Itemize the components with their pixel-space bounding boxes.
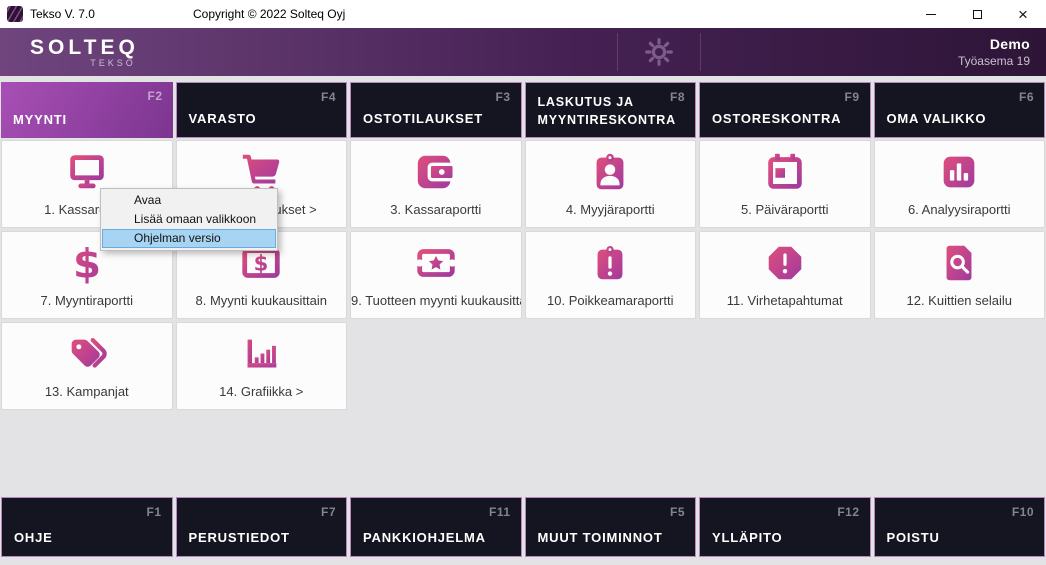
app-header: SOLTEQ TEKSO Demo Työasema 19 (0, 28, 1046, 76)
tile-grid: 1. Kassarutiinit 2. Myyntitilaukset > 3.… (1, 140, 1045, 410)
fkey-label: F4 (321, 90, 336, 104)
tile-label: 5. Päiväraportti (741, 202, 828, 217)
alert-badge-icon (587, 240, 633, 286)
tile-label: 7. Myyntiraportti (41, 293, 133, 308)
fkey-label: F10 (1012, 505, 1034, 519)
tab-label: OSTORESKONTRA (712, 111, 841, 126)
tile-label: 3. Kassaraportti (390, 202, 481, 217)
tile-label: 6. Analyysiraportti (908, 202, 1011, 217)
app-icon (7, 6, 23, 22)
gear-icon (643, 36, 675, 68)
settings-button[interactable] (617, 33, 701, 71)
tile-label: 14. Grafiikka > (219, 384, 303, 399)
minimize-button[interactable] (908, 0, 954, 28)
button-label: POISTU (887, 530, 940, 545)
button-label: PERUSTIEDOT (189, 530, 290, 545)
id-badge-icon (587, 149, 633, 195)
button-label: OHJE (14, 530, 53, 545)
tile-paivaraportti[interactable]: 5. Päiväraportti (699, 140, 871, 228)
session-info: Demo Työasema 19 (958, 36, 1046, 68)
fkey-label: F11 (489, 505, 511, 519)
fkey-label: F12 (837, 505, 859, 519)
graph-axis-icon (238, 331, 284, 377)
tab-label: MYYNTI (13, 112, 67, 127)
button-perustiedot[interactable]: F7 PERUSTIEDOT (176, 497, 348, 557)
tab-laskutus-ja-myyntireskontra[interactable]: F8 LASKUTUS JA MYYNTIRESKONTRA (525, 82, 697, 138)
svg-text:$: $ (254, 251, 269, 276)
bar-chart-square-icon (936, 149, 982, 195)
window-controls: × (908, 0, 1046, 28)
fkey-label: F2 (147, 89, 162, 103)
logo-primary-text: SOLTEQ (30, 36, 139, 60)
tags-icon (64, 331, 110, 377)
button-muut-toiminnot[interactable]: F5 MUUT TOIMINNOT (525, 497, 697, 557)
button-label: PANKKIOHJELMA (363, 530, 486, 545)
fkey-label: F5 (670, 505, 685, 519)
tab-ostotilaukset[interactable]: F3 OSTOTILAUKSET (350, 82, 522, 138)
tab-myynti[interactable]: F2 MYYNTI (1, 82, 173, 138)
alert-octagon-icon (762, 240, 808, 286)
bottom-buttons: F1 OHJE F7 PERUSTIEDOT F11 PANKKIOHJELMA… (1, 497, 1045, 557)
tile-label: 8. Myynti kuukausittain (195, 293, 327, 308)
tile-kuittien-selailu[interactable]: 12. Kuittien selailu (874, 231, 1046, 319)
app-window: Tekso V. 7.0 Copyright © 2022 Solteq Oyj… (0, 0, 1046, 565)
tab-label: OMA VALIKKO (887, 111, 987, 126)
context-menu: Avaa Lisää omaan valikkoon Ohjelman vers… (100, 188, 278, 251)
copyright-text: Copyright © 2022 Solteq Oyj (193, 0, 345, 28)
fkey-label: F1 (146, 505, 161, 519)
workstation-label: Työasema 19 (958, 54, 1030, 68)
tile-grafiikka[interactable]: 14. Grafiikka > (176, 322, 348, 410)
button-ohje[interactable]: F1 OHJE (1, 497, 173, 557)
tile-myyjaraportti[interactable]: 4. Myyjäraportti (525, 140, 697, 228)
tab-label: OSTOTILAUKSET (363, 111, 483, 126)
ticket-star-icon (413, 240, 459, 286)
tile-analyysiraportti[interactable]: 6. Analyysiraportti (874, 140, 1046, 228)
tile-label: 9. Tuotteen myynti kuukausittain (351, 293, 521, 308)
tile-label: 10. Poikkeamaraportti (547, 293, 673, 308)
tile-label: 11. Virhetapahtumat (727, 293, 843, 308)
tile-label: 12. Kuittien selailu (906, 293, 1012, 308)
button-label: MUUT TOIMINNOT (538, 530, 663, 545)
tile-tuotteen-myynti[interactable]: 9. Tuotteen myynti kuukausittain (350, 231, 522, 319)
tile-label: 4. Myyjäraportti (566, 202, 655, 217)
button-yllapito[interactable]: F12 YLLÄPITO (699, 497, 871, 557)
fkey-label: F6 (1019, 90, 1034, 104)
tab-label: VARASTO (189, 111, 257, 126)
main-tabs: F2 MYYNTI F4 VARASTO F3 OSTOTILAUKSET F8… (1, 82, 1045, 138)
maximize-icon (973, 10, 982, 19)
context-menu-item-lisaa-omaan-valikkoon[interactable]: Lisää omaan valikkoon (102, 210, 276, 229)
minimize-icon (926, 14, 936, 15)
tile-label: 13. Kampanjat (45, 384, 129, 399)
titlebar: Tekso V. 7.0 Copyright © 2022 Solteq Oyj… (0, 0, 1046, 28)
solteq-logo: SOLTEQ TEKSO (0, 36, 139, 68)
calendar-icon (762, 149, 808, 195)
tab-label: LASKUTUS JA MYYNTIRESKONTRA (538, 94, 690, 129)
user-name: Demo (958, 36, 1030, 52)
button-poistu[interactable]: F10 POISTU (874, 497, 1046, 557)
maximize-button[interactable] (954, 0, 1000, 28)
button-label: YLLÄPITO (712, 530, 782, 545)
tab-ostoreskontra[interactable]: F9 OSTORESKONTRA (699, 82, 871, 138)
context-menu-item-ohjelman-versio[interactable]: Ohjelman versio (102, 229, 276, 248)
tab-oma-valikko[interactable]: F6 OMA VALIKKO (874, 82, 1046, 138)
tile-kampanjat[interactable]: 13. Kampanjat (1, 322, 173, 410)
svg-text:$: $ (73, 241, 101, 286)
close-button[interactable]: × (1000, 0, 1046, 28)
tab-varasto[interactable]: F4 VARASTO (176, 82, 348, 138)
close-icon: × (1018, 6, 1028, 23)
tile-kassaraportti[interactable]: 3. Kassaraportti (350, 140, 522, 228)
wallet-icon (413, 149, 459, 195)
receipt-search-icon (936, 240, 982, 286)
tile-poikkeamaraportti[interactable]: 10. Poikkeamaraportti (525, 231, 697, 319)
window-title: Tekso V. 7.0 (30, 7, 95, 21)
fkey-label: F3 (495, 90, 510, 104)
button-pankkiohjelma[interactable]: F11 PANKKIOHJELMA (350, 497, 522, 557)
fkey-label: F9 (844, 90, 859, 104)
tile-virhetapahtumat[interactable]: 11. Virhetapahtumat (699, 231, 871, 319)
fkey-label: F7 (321, 505, 336, 519)
context-menu-item-avaa[interactable]: Avaa (102, 191, 276, 210)
